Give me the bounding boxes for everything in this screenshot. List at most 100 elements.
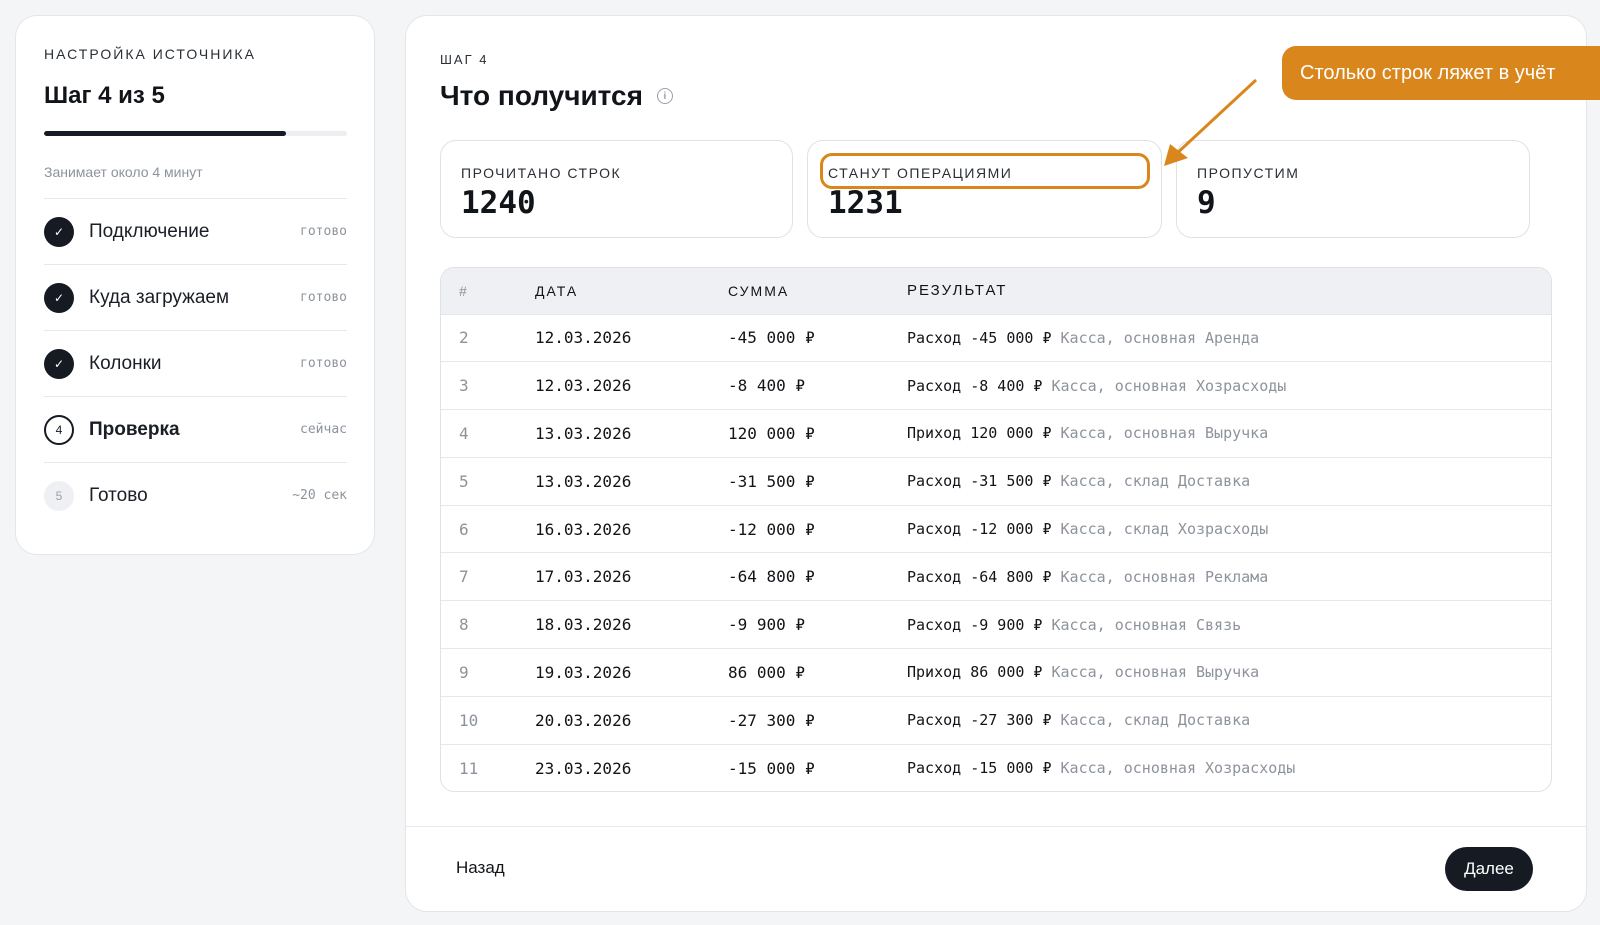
stat-read: ПРОЧИТАНО СТРОК 1240 <box>440 140 793 238</box>
row-sum: 120 000 ₽ <box>728 409 907 458</box>
row-result-account: Касса, склад Доставка <box>1060 472 1251 491</box>
check-icon: ✓ <box>44 282 74 313</box>
row-number: 3 <box>441 361 535 410</box>
row-result: Приход 86 000 ₽ Касса, основная Выручка <box>907 648 1551 697</box>
step-label: Готово <box>89 484 148 506</box>
table-header-row: # ДАТА СУММА РЕЗУЛЬТАТ <box>441 268 1551 314</box>
row-result: Расход -27 300 ₽ Касса, склад Доставка <box>907 695 1551 745</box>
main-panel: ШАГ 4 Что получится i ПРОЧИТАНО СТРОК 12… <box>405 15 1587 912</box>
row-sum: -15 000 ₽ <box>728 743 907 791</box>
row-number: 7 <box>441 552 535 601</box>
table-row: 8 18.03.2026 -9 900 ₽ Расход -9 900 ₽ Касса… <box>441 600 1551 649</box>
row-sum: -9 900 ₽ <box>728 600 907 649</box>
row-sum: -12 000 ₽ <box>728 504 907 553</box>
table-row: 10 20.03.2026 -27 300 ₽ Расход -27 300 ₽ Ка… <box>441 695 1551 745</box>
row-number: 5 <box>441 456 535 506</box>
table-row: 3 12.03.2026 -8 400 ₽ Расход -8 400 ₽ Касса… <box>441 361 1551 410</box>
row-result: Приход 120 000 ₽ Касса, основная Выручка <box>907 409 1551 458</box>
table-row: 4 13.03.2026 120 000 ₽ Приход 120 000 ₽ Кас… <box>441 409 1551 458</box>
row-date: 18.03.2026 <box>535 600 728 649</box>
step-item[interactable]: ✓ Куда загружаем готово <box>44 264 347 330</box>
step-number-badge: 5 <box>44 480 74 511</box>
step-number-badge: 4 <box>44 414 74 445</box>
row-result-account: Касса, основная Выручка <box>1051 663 1260 682</box>
progress-fill <box>44 131 287 136</box>
row-result-amount: Расход -31 500 ₽ <box>907 472 1052 491</box>
step-status: готово <box>300 356 347 371</box>
row-number: 11 <box>441 743 535 791</box>
row-date: 12.03.2026 <box>535 361 728 410</box>
row-number: 9 <box>441 648 535 697</box>
back-button[interactable]: Назад <box>456 858 505 878</box>
row-result-account: Касса, склад Доставка <box>1060 711 1251 730</box>
row-number: 6 <box>441 504 535 553</box>
progress-bar <box>44 131 347 136</box>
row-date: 13.03.2026 <box>535 456 728 506</box>
row-result-amount: Расход -12 000 ₽ <box>907 520 1052 539</box>
row-result-amount: Расход -27 300 ₽ <box>907 711 1052 730</box>
row-result: Расход -31 500 ₽ Касса, склад Доставка <box>907 456 1551 506</box>
step-status: ~20 сек <box>292 488 347 503</box>
stat-skip-value: 9 <box>1197 185 1216 221</box>
stat-read-value: 1240 <box>461 185 536 221</box>
stat-operations-label: СТАНУТ ОПЕРАЦИЯМИ <box>828 165 1013 181</box>
step-label: Проверка <box>89 418 180 440</box>
step-item[interactable]: 4 Проверка сейчас <box>44 396 347 462</box>
row-result: Расход -64 800 ₽ Касса, основная Реклама <box>907 552 1551 601</box>
step-label: Колонки <box>89 352 162 374</box>
stat-operations-value: 1231 <box>828 185 903 221</box>
table-row: 7 17.03.2026 -64 800 ₽ Расход -64 800 ₽ Кас… <box>441 552 1551 601</box>
row-sum: -8 400 ₽ <box>728 361 907 410</box>
sidebar-eyebrow: НАСТРОЙКА ИСТОЧНИКА <box>44 46 256 62</box>
row-number: 8 <box>441 600 535 649</box>
row-result: Расход -12 000 ₽ Касса, склад Хозрасходы <box>907 504 1551 553</box>
step-eyebrow: ШАГ 4 <box>440 52 489 67</box>
row-result: Расход -15 000 ₽ Касса, основная Хозрасх… <box>907 743 1551 791</box>
callout-annotation: Столько строк ляжет в учёт <box>1282 46 1600 100</box>
row-result-account: Касса, основная Связь <box>1051 615 1242 634</box>
row-number: 10 <box>441 695 535 745</box>
row-date: 13.03.2026 <box>535 409 728 458</box>
col-header-date: ДАТА <box>535 282 579 299</box>
row-result-account: Касса, склад Хозрасходы <box>1060 520 1269 539</box>
row-result-account: Касса, основная Аренда <box>1060 328 1260 347</box>
callout-arrow-icon <box>1164 78 1258 166</box>
info-icon[interactable]: i <box>656 88 673 104</box>
row-result-account: Касса, основная Хозрасходы <box>1060 759 1296 778</box>
table-row: 6 16.03.2026 -12 000 ₽ Расход -12 000 ₽ Кас… <box>441 504 1551 553</box>
stat-read-label: ПРОЧИТАНО СТРОК <box>461 165 622 181</box>
step-status: сейчас <box>300 422 347 437</box>
row-date: 16.03.2026 <box>535 504 728 553</box>
row-result: Расход -45 000 ₽ Касса, основная Аренда <box>907 313 1551 362</box>
page-title: Что получится i <box>440 80 673 112</box>
row-result-amount: Приход 86 000 ₽ <box>907 663 1043 682</box>
row-result-amount: Расход -45 000 ₽ <box>907 328 1052 347</box>
row-date: 19.03.2026 <box>535 648 728 697</box>
row-date: 20.03.2026 <box>535 695 728 745</box>
next-button[interactable]: Далее <box>1445 847 1533 891</box>
row-result-account: Касса, основная Реклама <box>1060 567 1269 586</box>
time-hint: Занимает около 4 минут <box>44 164 203 180</box>
stat-operations: СТАНУТ ОПЕРАЦИЯМИ 1231 <box>807 140 1162 238</box>
row-result-amount: Расход -64 800 ₽ <box>907 567 1052 586</box>
row-sum: -45 000 ₽ <box>728 313 907 362</box>
setup-sidebar: НАСТРОЙКА ИСТОЧНИКА Шаг 4 из 5 Занимает … <box>15 15 375 555</box>
row-result: Расход -8 400 ₽ Касса, основная Хозрасхо… <box>907 361 1551 410</box>
row-result-amount: Приход 120 000 ₽ <box>907 424 1052 443</box>
row-number: 2 <box>441 313 535 362</box>
row-result: Расход -9 900 ₽ Касса, основная Связь <box>907 600 1551 649</box>
step-item[interactable]: ✓ Колонки готово <box>44 330 347 396</box>
check-icon: ✓ <box>44 348 74 379</box>
table-row: 11 23.03.2026 -15 000 ₽ Расход -15 000 ₽ Ка… <box>441 743 1551 791</box>
row-result-amount: Расход -9 900 ₽ <box>907 615 1043 634</box>
col-header-result: РЕЗУЛЬТАТ <box>907 282 1008 300</box>
step-label: Куда загружаем <box>89 286 230 308</box>
step-item[interactable]: ✓ Подключение готово <box>44 198 347 264</box>
page-title-text: Что получится <box>440 80 643 111</box>
row-sum: -64 800 ₽ <box>728 552 907 601</box>
step-status: готово <box>300 290 347 305</box>
steps-list: ✓ Подключение готово ✓ Куда загружаем готово ✓… <box>44 198 347 528</box>
step-item[interactable]: 5 Готово ~20 сек <box>44 462 347 528</box>
step-label: Подключение <box>89 220 210 242</box>
row-sum: -31 500 ₽ <box>728 456 907 506</box>
